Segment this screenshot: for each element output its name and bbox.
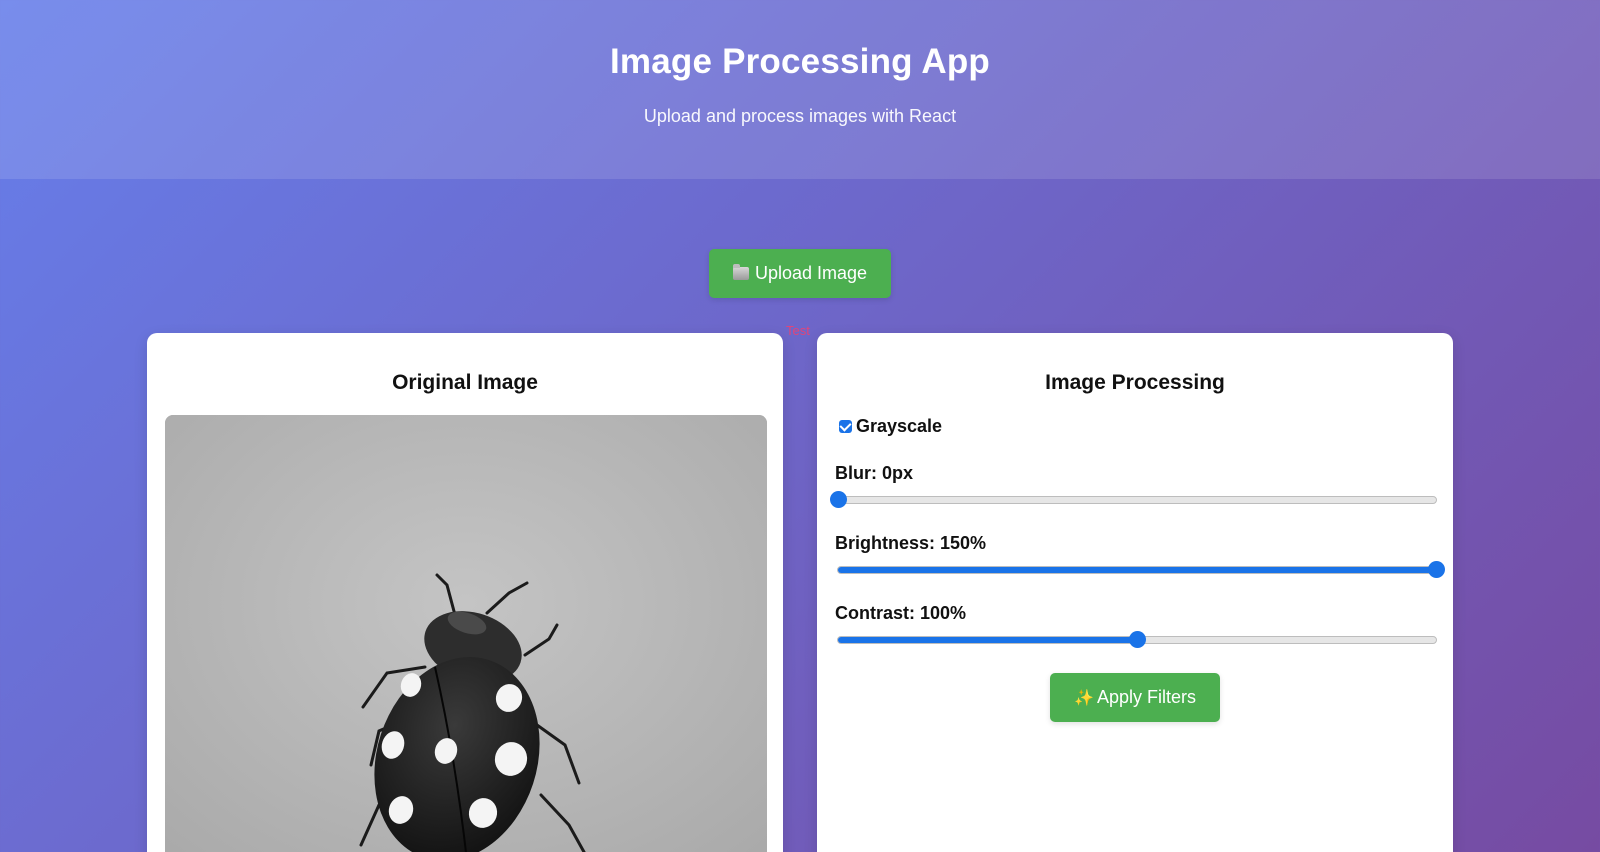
apply-filters-label: Apply Filters: [1096, 687, 1196, 707]
contrast-label: Contrast: 100%: [835, 603, 967, 623]
app-subtitle: Upload and process images with React: [643, 106, 957, 126]
original-image: [165, 415, 767, 852]
sparkles-icon: ✨: [1074, 689, 1094, 707]
blur-slider-thumb[interactable]: [830, 491, 847, 508]
original-image-title: Original Image: [392, 371, 538, 394]
contrast-slider-fill: [838, 637, 1137, 643]
grayscale-control[interactable]: Grayscale: [835, 416, 1437, 437]
folder-icon: [732, 264, 749, 280]
blur-label: Blur: 0px: [835, 463, 914, 483]
apply-filters-button[interactable]: ✨ Apply Filters: [1050, 673, 1220, 722]
blur-slider[interactable]: [830, 491, 1437, 508]
upload-image-button[interactable]: Upload Image: [709, 249, 891, 298]
grayscale-label: Grayscale: [856, 416, 943, 436]
brightness-slider-thumb[interactable]: [1428, 561, 1445, 578]
app-title: Image Processing App: [609, 42, 991, 81]
brightness-slider-fill: [838, 567, 1436, 573]
contrast-control: Contrast: 100%: [835, 603, 1437, 653]
original-image-panel: Original Image: [147, 333, 783, 852]
checkmark-icon: [839, 419, 852, 432]
brightness-label: Brightness: 150%: [835, 533, 987, 553]
brightness-control: Brightness: 150%: [835, 533, 1445, 583]
contrast-slider[interactable]: [837, 631, 1437, 648]
grayscale-checkbox[interactable]: [839, 419, 852, 433]
brightness-slider[interactable]: [837, 561, 1445, 578]
contrast-slider-thumb[interactable]: [1129, 631, 1146, 648]
image-processing-title: Image Processing: [1045, 371, 1225, 394]
upload-image-label: Upload Image: [754, 263, 868, 283]
app-header: Image Processing App Upload and process …: [0, 0, 1600, 179]
test-text: Test: [786, 323, 810, 338]
blur-control: Blur: 0px: [830, 463, 1437, 513]
image-processing-panel: Image Processing Grayscale Blur: 0px Bri…: [817, 333, 1453, 852]
